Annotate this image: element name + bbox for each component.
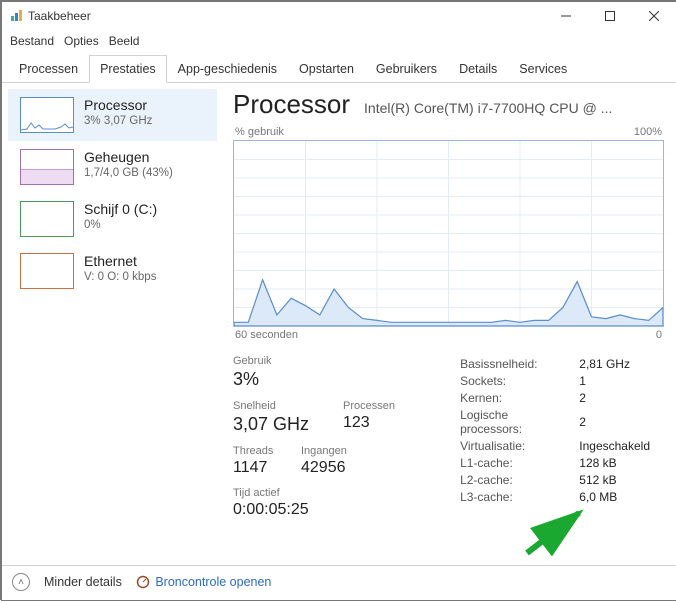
menu-options[interactable]: Opties — [64, 34, 99, 48]
stat-value: 6,0 MB — [579, 488, 664, 505]
stat-value: 3,07 GHz — [233, 414, 343, 435]
page-title: Processor — [233, 89, 350, 120]
sidebar-item-sub: 1,7/4,0 GB (43%) — [84, 167, 173, 179]
stat-label: Threads — [233, 445, 301, 457]
stat-label: Gebruik — [233, 355, 323, 367]
window-title: Taakbeheer — [24, 9, 544, 23]
menu-file[interactable]: Bestand — [10, 34, 54, 48]
sidebar-item-cpu[interactable]: Processor 3% 3,07 GHz — [8, 89, 217, 141]
sidebar-text: Ethernet V: 0 O: 0 kbps — [84, 253, 156, 283]
window-buttons — [544, 2, 676, 30]
chart-y-max: 100% — [634, 126, 662, 138]
menu-view[interactable]: Beeld — [109, 34, 140, 48]
stat-value: Ingeschakeld — [579, 437, 664, 454]
stat-label: Virtualisatie: — [460, 437, 579, 454]
resource-monitor-label[interactable]: Broncontrole openen — [155, 575, 271, 589]
tab-services[interactable]: Services — [508, 55, 578, 83]
ethernet-thumbnail — [20, 253, 74, 289]
tab-strip: Processen Prestaties App-geschiedenis Op… — [2, 54, 676, 83]
maximize-button[interactable] — [588, 2, 632, 30]
minimize-button[interactable] — [544, 2, 588, 30]
stat-value: 42956 — [301, 459, 369, 477]
sidebar-item-memory[interactable]: Geheugen 1,7/4,0 GB (43%) — [8, 141, 217, 193]
stat-value: 0:00:05:25 — [233, 501, 430, 519]
stat-value: 1147 — [233, 459, 301, 477]
sidebar-item-sub: 0% — [84, 219, 157, 231]
tab-processen[interactable]: Processen — [8, 55, 89, 83]
fewer-details-button[interactable]: Minder details — [44, 575, 122, 589]
stat-label: L3-cache: — [460, 488, 579, 505]
menu-bar: Bestand Opties Beeld — [2, 30, 676, 54]
tab-prestaties[interactable]: Prestaties — [89, 55, 167, 83]
stat-value: 123 — [343, 414, 411, 432]
disk-thumbnail — [20, 201, 74, 237]
sidebar-item-disk[interactable]: Schijf 0 (C:) 0% — [8, 193, 217, 245]
tab-details[interactable]: Details — [448, 55, 508, 83]
chart-x-left: 60 seconden — [235, 329, 298, 341]
resource-monitor-icon — [136, 575, 150, 589]
stat-label: Basissnelheid: — [460, 355, 579, 372]
stat-label: Tijd actief — [233, 487, 430, 499]
stat-value: 1 — [579, 372, 664, 389]
stat-value: 3% — [233, 369, 323, 390]
stat-label: Sockets: — [460, 372, 579, 389]
stat-value: 2 — [579, 389, 664, 406]
memory-thumbnail — [20, 149, 74, 185]
chart-y-label: % gebruik — [235, 126, 284, 138]
cpu-thumbnail — [20, 97, 74, 133]
cpu-model: Intel(R) Core(TM) i7-7700HQ CPU @ ... — [364, 100, 664, 116]
stat-value: 512 kB — [579, 471, 664, 488]
stat-label: L1-cache: — [460, 454, 579, 471]
chart-x-right: 0 — [656, 329, 662, 341]
main-panel: Processor Intel(R) Core(TM) i7-7700HQ CP… — [217, 83, 676, 565]
sidebar-text: Schijf 0 (C:) 0% — [84, 201, 157, 231]
cpu-chart[interactable] — [233, 140, 664, 327]
footer: ˄ Minder details Broncontrole openen — [2, 565, 676, 598]
chevron-up-icon[interactable]: ˄ — [12, 573, 30, 591]
stat-label: L2-cache: — [460, 471, 579, 488]
stat-value: 2,81 GHz — [579, 355, 664, 372]
close-button[interactable] — [632, 2, 676, 30]
content-area: Processor 3% 3,07 GHz Geheugen 1,7/4,0 G… — [2, 83, 676, 565]
sidebar-item-sub: V: 0 O: 0 kbps — [84, 271, 156, 283]
tab-gebruikers[interactable]: Gebruikers — [365, 55, 448, 83]
sidebar-item-label: Processor — [84, 97, 152, 113]
stat-label: Kernen: — [460, 389, 579, 406]
stat-label: Ingangen — [301, 445, 369, 457]
resource-monitor-link[interactable]: Broncontrole openen — [136, 575, 272, 590]
sidebar-item-label: Schijf 0 (C:) — [84, 201, 157, 217]
tab-app-geschiedenis[interactable]: App-geschiedenis — [167, 55, 288, 83]
stats-right: Basissnelheid:2,81 GHz Sockets:1 Kernen:… — [460, 355, 664, 529]
stats-left: Gebruik 3% Snelheid 3,07 GHz Processen 1… — [233, 355, 430, 529]
sidebar-item-ethernet[interactable]: Ethernet V: 0 O: 0 kbps — [8, 245, 217, 297]
app-icon — [10, 8, 24, 25]
sidebar: Processor 3% 3,07 GHz Geheugen 1,7/4,0 G… — [2, 83, 217, 565]
sidebar-text: Processor 3% 3,07 GHz — [84, 97, 152, 127]
chart-area: % gebruik 100% — [233, 126, 664, 341]
tab-opstarten[interactable]: Opstarten — [288, 55, 365, 83]
stat-label: Logische processors: — [460, 406, 579, 437]
stat-label: Snelheid — [233, 400, 343, 412]
stat-value: 2 — [579, 406, 664, 437]
stats-area: Gebruik 3% Snelheid 3,07 GHz Processen 1… — [233, 355, 664, 529]
stat-label: Processen — [343, 400, 411, 412]
sidebar-item-label: Geheugen — [84, 149, 173, 165]
sidebar-text: Geheugen 1,7/4,0 GB (43%) — [84, 149, 173, 179]
sidebar-item-label: Ethernet — [84, 253, 156, 269]
stat-value: 128 kB — [579, 454, 664, 471]
sidebar-item-sub: 3% 3,07 GHz — [84, 115, 152, 127]
titlebar: Taakbeheer — [2, 2, 676, 30]
